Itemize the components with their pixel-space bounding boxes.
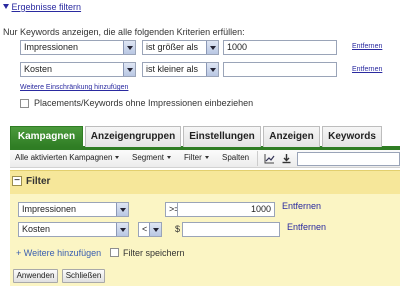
save-filter-checkbox[interactable] xyxy=(110,248,119,257)
segment-label: Segment xyxy=(132,153,165,162)
filter-remove-link-1[interactable]: Entfernen xyxy=(282,201,321,211)
criteria-metric-select-1[interactable]: Impressionen xyxy=(20,40,136,55)
search-input[interactable] xyxy=(297,152,400,166)
filter-remove-link-2[interactable]: Entfernen xyxy=(287,222,326,232)
filter-metric-value: Kosten xyxy=(22,224,51,234)
columns-button[interactable]: Spalten xyxy=(222,150,249,166)
criteria-remove-link-2[interactable]: Entfernen xyxy=(352,66,382,73)
caret-down-icon xyxy=(167,156,172,159)
filter-panel-header xyxy=(10,171,400,194)
close-button[interactable]: Schließen xyxy=(62,269,105,283)
filter-dropdown[interactable]: Filter xyxy=(184,150,209,166)
filter-panel-title: Filter xyxy=(26,176,51,187)
tab-einstellungen[interactable]: Einstellungen xyxy=(183,126,261,147)
filter-operator-select-2[interactable]: < xyxy=(138,222,162,237)
campaigns-filter-dropdown[interactable]: Alle aktivierten Kampagnen xyxy=(15,150,120,166)
filter-value-input-2[interactable] xyxy=(182,222,280,237)
criteria-metric-value: Kosten xyxy=(24,64,53,74)
campaigns-filter-label: Alle aktivierten Kampagnen xyxy=(15,153,113,162)
criteria-operator-select-2[interactable]: ist kleiner als xyxy=(142,62,219,77)
add-more-filters-link[interactable]: + Weitere hinzufügen xyxy=(16,248,101,258)
filter-metric-select-2[interactable]: Kosten xyxy=(18,222,129,237)
filter-value-input-1[interactable]: 1000 xyxy=(177,202,275,217)
chevron-down-icon xyxy=(149,223,161,236)
currency-prefix: $ xyxy=(175,224,181,234)
criteria-value-input-1[interactable]: 1000 xyxy=(223,40,337,55)
apply-button[interactable]: Anwenden xyxy=(13,269,58,283)
chevron-down-icon xyxy=(206,41,218,54)
criteria-metric-value: Impressionen xyxy=(24,42,79,52)
chevron-down-icon xyxy=(123,63,135,76)
chart-icon[interactable] xyxy=(264,153,275,164)
filter-operator-value: < xyxy=(142,224,148,234)
chevron-down-icon xyxy=(206,63,218,76)
tab-kampagnen[interactable]: Kampagnen xyxy=(10,126,83,147)
download-icon[interactable] xyxy=(281,153,292,164)
triangle-down-icon xyxy=(3,4,9,9)
filter-toggle-label[interactable]: Ergebnisse filtern xyxy=(12,2,82,12)
criteria-remove-link-1[interactable]: Entfernen xyxy=(352,43,382,50)
criteria-intro: Nur Keywords anzeigen, die alle folgende… xyxy=(3,27,245,37)
tab-anzeigen[interactable]: Anzeigen xyxy=(263,126,320,147)
chevron-down-icon xyxy=(123,41,135,54)
chevron-down-icon xyxy=(116,223,128,236)
criteria-value-input-2[interactable] xyxy=(223,62,337,77)
collapse-filter-button[interactable]: − xyxy=(12,176,22,186)
save-filter-label: Filter speichern xyxy=(123,248,185,258)
criteria-operator-value: ist kleiner als xyxy=(146,64,199,74)
caret-down-icon xyxy=(204,156,209,159)
filter-toggle[interactable]: Ergebnisse filtern xyxy=(3,2,81,12)
filter-label: Filter xyxy=(184,153,202,162)
placements-checkbox-label: Placements/Keywords ohne Impressionen ei… xyxy=(34,98,254,108)
criteria-operator-value: ist größer als xyxy=(146,42,199,52)
tab-keywords[interactable]: Keywords xyxy=(322,126,382,147)
caret-down-icon xyxy=(115,156,120,159)
placements-checkbox[interactable] xyxy=(20,99,29,108)
chevron-down-icon xyxy=(116,203,128,216)
filter-metric-value: Impressionen xyxy=(22,204,77,214)
tab-anzeigengruppen[interactable]: Anzeigengruppen xyxy=(85,126,181,147)
toolbar-divider xyxy=(257,151,258,166)
criteria-metric-select-2[interactable]: Kosten xyxy=(20,62,136,77)
criteria-operator-select-1[interactable]: ist größer als xyxy=(142,40,219,55)
add-criteria-link[interactable]: Weitere Einschränkung hinzufügen xyxy=(20,84,128,91)
filter-metric-select-1[interactable]: Impressionen xyxy=(18,202,129,217)
segment-dropdown[interactable]: Segment xyxy=(132,150,172,166)
